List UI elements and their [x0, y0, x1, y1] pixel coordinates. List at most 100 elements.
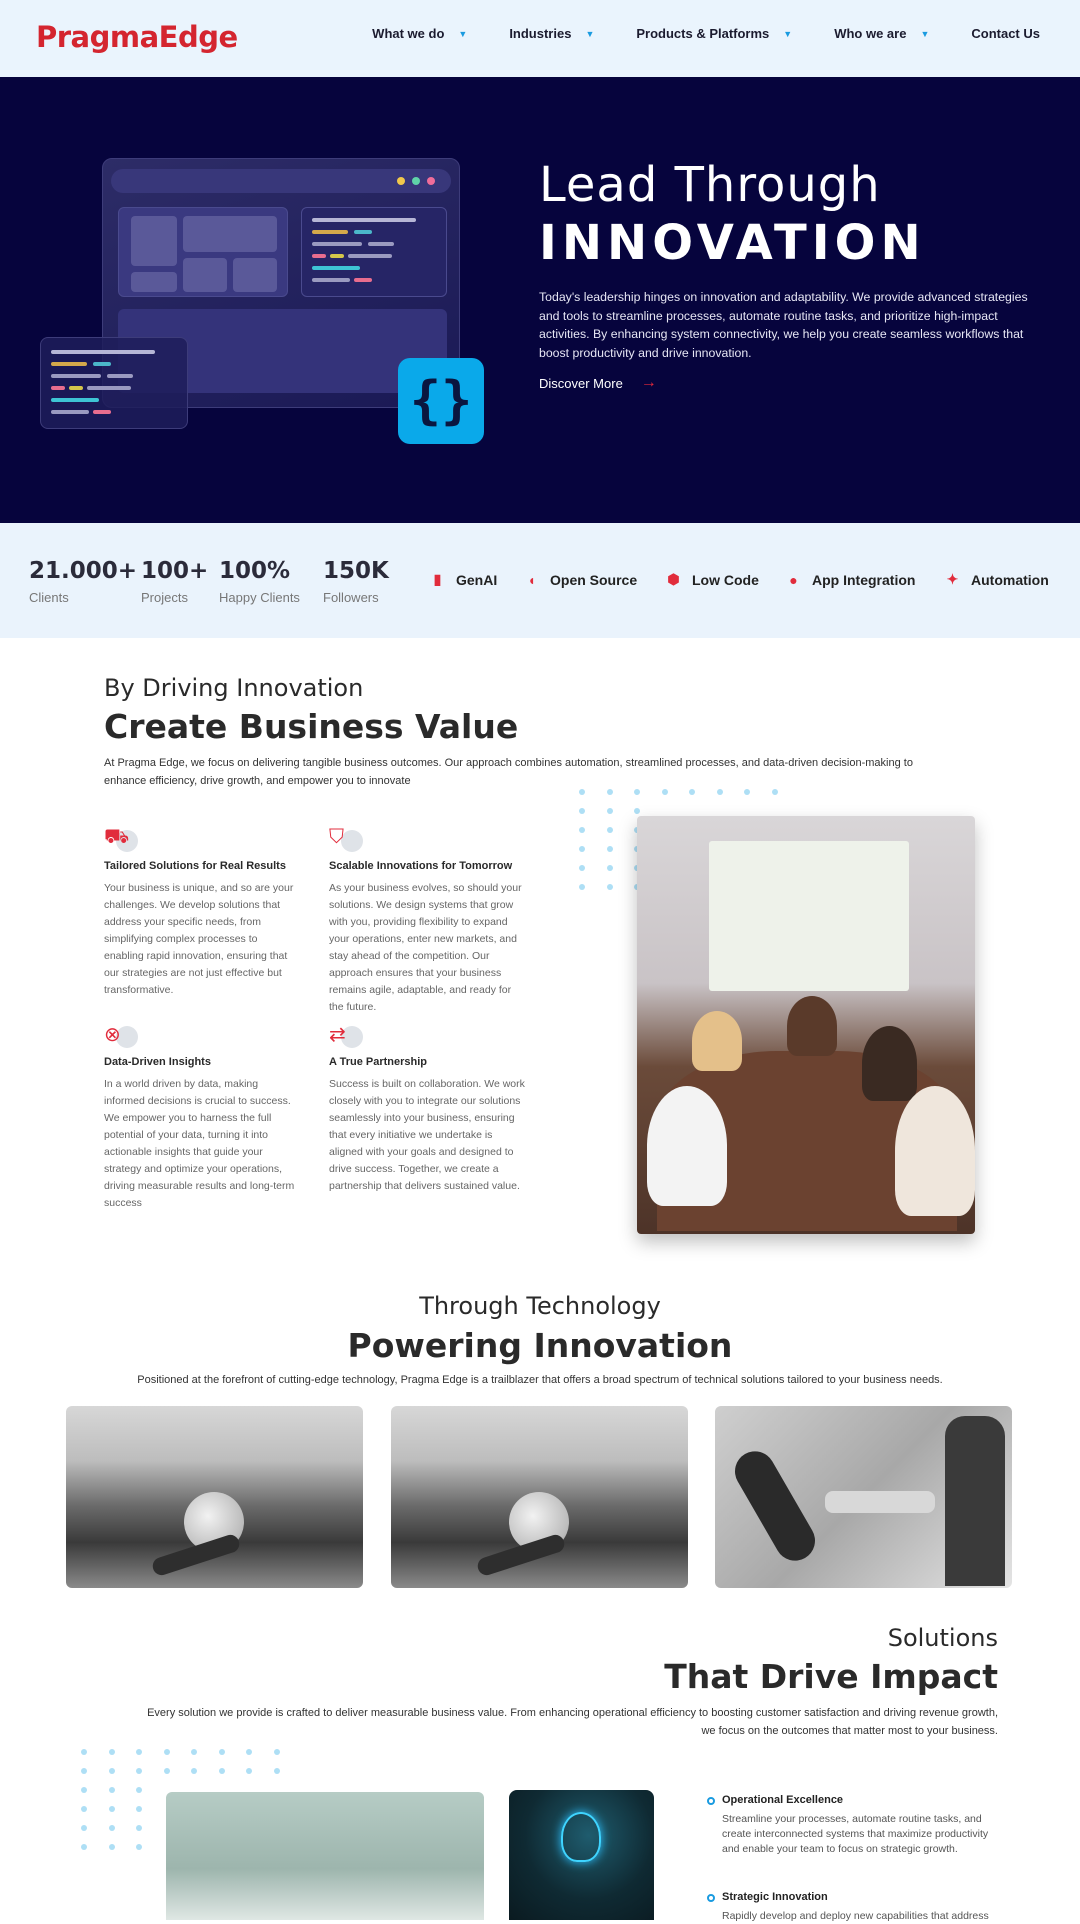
- person: [862, 1026, 917, 1101]
- chevron-down-icon: ▼: [920, 28, 930, 39]
- stat-value: 21.000+: [29, 558, 138, 584]
- stat-clients: 21.000+ Clients: [29, 558, 137, 605]
- tech-open-source[interactable]: ◖ Open Source: [523, 571, 637, 588]
- dot: [136, 1825, 142, 1831]
- code-line: [51, 374, 101, 378]
- section-title: That Drive Impact: [664, 1657, 998, 1696]
- dot-icon: [412, 177, 420, 185]
- nav-item-industries[interactable]: Industries ▼: [509, 26, 594, 41]
- illustration-block: [131, 272, 177, 292]
- dot: [606, 846, 613, 852]
- dot: [744, 789, 750, 795]
- dot: [163, 1768, 170, 1774]
- dot-icon: [397, 177, 405, 185]
- dot: [81, 1825, 87, 1831]
- dot: [136, 1844, 142, 1850]
- bullet-ring-icon: [707, 1797, 715, 1805]
- dot: [191, 1749, 197, 1755]
- code-line: [354, 278, 372, 282]
- nav-item-what-we-do[interactable]: What we do ▼: [372, 26, 467, 41]
- dot: [606, 884, 613, 890]
- person: [647, 1086, 727, 1206]
- stat-value: 100%: [219, 558, 291, 584]
- dot: [273, 1749, 280, 1755]
- code-line: [312, 242, 362, 246]
- solution-strategic-innovation: Strategic Innovation Rapidly develop and…: [707, 1891, 997, 1924]
- code-line: [330, 254, 344, 258]
- feature-icon-wrap: ⛟: [104, 826, 138, 854]
- dot: [218, 1768, 225, 1774]
- code-line: [312, 278, 350, 282]
- feature-title: Scalable Innovations for Tomorrow: [329, 860, 513, 872]
- site-header: PragmaEdge What we do ▼ Industries ▼ Pro…: [0, 0, 1080, 77]
- illustration-block: [233, 258, 277, 292]
- automation-icon: ✦: [946, 571, 959, 587]
- stats-strip: 21.000+ Clients 100+ Projects 100% Happy…: [0, 523, 1080, 638]
- dot: [191, 1768, 197, 1774]
- nav-item-contact-us[interactable]: Contact Us: [971, 26, 1040, 41]
- discover-more-link[interactable]: Discover More →: [539, 374, 657, 392]
- chevron-down-icon: ▼: [783, 28, 793, 39]
- tech-automation[interactable]: ✦ Automation: [944, 571, 1049, 588]
- dot: [579, 865, 585, 871]
- dot: [606, 808, 613, 814]
- stat-label: Clients: [29, 590, 69, 605]
- feature-icon-wrap: ⇄: [329, 1022, 363, 1050]
- hero-section: {} Lead Through INNOVATION Today's leade…: [0, 77, 1080, 523]
- feature-scalable-innovations: ⛉ Scalable Innovations for Tomorrow As y…: [329, 826, 525, 1016]
- nav-item-who-we-are[interactable]: Who we are ▼: [834, 26, 929, 41]
- nav-item-products-platforms[interactable]: Products & Platforms ▼: [636, 26, 792, 41]
- dot: [136, 1787, 142, 1793]
- stat-value: 100+: [141, 558, 209, 584]
- dot: [716, 789, 723, 795]
- lightbulb-icon: [561, 1812, 601, 1862]
- illustration-block: [131, 216, 177, 266]
- illustration-panel: [118, 207, 288, 297]
- feature-icon-wrap: ⛉: [329, 826, 363, 854]
- code-line: [51, 410, 89, 414]
- tech-app-integration[interactable]: ● App Integration: [785, 571, 915, 588]
- bullet-ring-icon: [707, 1894, 715, 1902]
- tech-genai[interactable]: ▮ GenAI: [429, 571, 498, 588]
- solution-text: Rapidly develop and deploy new capabilit…: [722, 1910, 989, 1922]
- dot: [579, 827, 585, 833]
- dot-icon: [427, 177, 435, 185]
- icon-background: [341, 830, 363, 852]
- feature-tailored-solutions: ⛟ Tailored Solutions for Real Results Yo…: [104, 826, 300, 999]
- nav-label: Products & Platforms: [636, 26, 770, 41]
- solution-title: Operational Excellence: [722, 1794, 844, 1806]
- code-line: [368, 242, 394, 246]
- section-subtitle: Solutions: [887, 1624, 998, 1652]
- feature-text: Success is built on collaboration. We wo…: [329, 1078, 525, 1192]
- illustration-block: [183, 258, 227, 292]
- code-line: [51, 386, 65, 390]
- section-description: At Pragma Edge, we focus on delivering t…: [104, 757, 913, 787]
- person: [787, 996, 837, 1056]
- dot: [246, 1749, 252, 1755]
- chevron-down-icon: ▼: [585, 28, 595, 39]
- nav-label: Contact Us: [971, 26, 1040, 41]
- code-line: [51, 350, 155, 354]
- feature-text: In a world driven by data, making inform…: [104, 1078, 295, 1209]
- dot: [579, 789, 585, 795]
- section-title: Powering Innovation: [347, 1326, 733, 1365]
- solution-operational-excellence: Operational Excellence Streamline your p…: [707, 1794, 997, 1857]
- stat-projects: 100+ Projects: [141, 558, 208, 605]
- shopping-bag-icon: ⛉: [329, 826, 344, 848]
- dot: [81, 1787, 87, 1793]
- code-line: [87, 386, 131, 390]
- tech-low-code[interactable]: ⬢ Low Code: [665, 571, 759, 588]
- code-line: [93, 362, 111, 366]
- logo[interactable]: PragmaEdge: [36, 20, 238, 54]
- lifebuoy-icon: ⊗: [104, 1024, 121, 1046]
- dot: [634, 808, 640, 814]
- dot: [81, 1749, 87, 1755]
- dot: [108, 1825, 115, 1831]
- main-nav: What we do ▼ Industries ▼ Products & Pla…: [330, 26, 1040, 41]
- hero-title-line1: Lead Through: [539, 157, 881, 213]
- code-line: [312, 218, 416, 222]
- illustration-bar: [111, 169, 451, 193]
- low-code-icon: ⬢: [667, 571, 680, 587]
- ai-lightbulb-photo: [509, 1790, 654, 1920]
- solutions-photo: [166, 1792, 484, 1920]
